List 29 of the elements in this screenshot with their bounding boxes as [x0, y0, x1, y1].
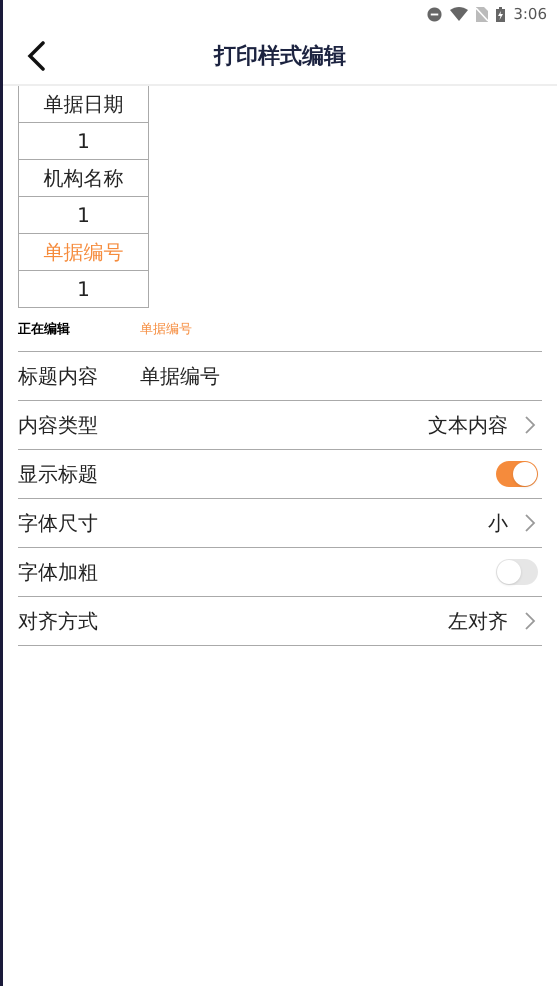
- chevron-right-icon: [524, 611, 536, 631]
- back-icon[interactable]: [25, 40, 47, 72]
- preview-value-cell: 1: [18, 271, 149, 308]
- setting-label: 显示标题: [18, 461, 99, 488]
- setting-label: 字体尺寸: [18, 510, 99, 537]
- clock-time: 3:06: [513, 4, 547, 25]
- battery-charging-icon: [496, 6, 506, 22]
- setting-value[interactable]: 小: [488, 508, 508, 538]
- preview-title-cell[interactable]: 单据日期: [18, 86, 149, 123]
- page-title: 打印样式编辑: [214, 42, 346, 70]
- editing-value: 单据编号: [140, 320, 192, 339]
- preview-value-cell: 1: [18, 123, 149, 160]
- wifi-icon: [450, 7, 468, 21]
- setting-label: 内容类型: [18, 412, 99, 439]
- setting-value[interactable]: 左对齐: [448, 606, 508, 636]
- setting-label: 标题内容: [18, 363, 99, 390]
- setting-label: 对齐方式: [18, 608, 99, 635]
- editing-label: 正在编辑: [18, 320, 71, 339]
- setting-value[interactable]: 文本内容: [428, 410, 508, 440]
- setting-value[interactable]: 单据编号: [140, 361, 220, 391]
- preview-title-cell[interactable]: 机构名称: [18, 160, 149, 197]
- preview-value-cell: 1: [18, 197, 149, 234]
- setting-label: 字体加粗: [18, 559, 99, 586]
- toggle-switch[interactable]: [496, 559, 538, 585]
- toggle-switch[interactable]: [496, 461, 538, 487]
- do-not-disturb-icon: [427, 6, 442, 22]
- chevron-right-icon: [524, 415, 536, 435]
- chevron-right-icon: [524, 513, 536, 533]
- no-sim-icon: [476, 6, 488, 22]
